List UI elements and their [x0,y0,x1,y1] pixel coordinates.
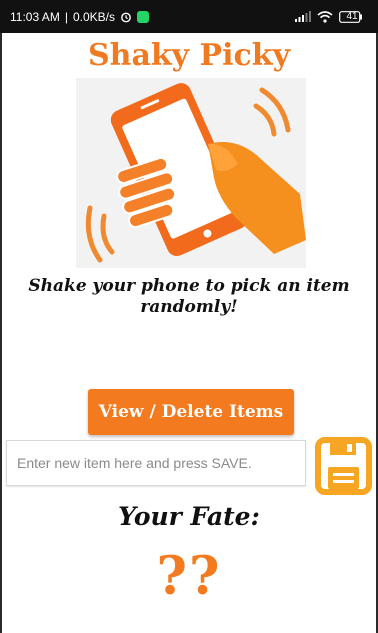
new-item-input[interactable] [6,440,306,486]
status-time: 11:03 AM [10,9,60,24]
battery-level: 41 [346,11,358,22]
alarm-icon [121,12,131,22]
status-bar: 11:03 AM | 0.0KB/s 41 [0,0,378,33]
fate-result: ?? [156,546,222,607]
app-title: Shaky Picky [87,38,291,73]
view-delete-items-button[interactable]: View / Delete Items [88,389,294,435]
status-network-speed: 0.0KB/s [72,9,115,24]
instruction-text: Shake your phone to pick an item randoml… [28,276,350,317]
floppy-disk-icon[interactable] [314,436,373,496]
whatsapp-icon [136,10,149,23]
left-edge [0,33,2,633]
fate-label: Your Fate: [118,502,260,531]
wifi-icon [317,10,333,23]
shake-phone-illustration [76,78,306,268]
shaking-phone-icon [85,83,306,263]
signal-icon [295,11,311,22]
